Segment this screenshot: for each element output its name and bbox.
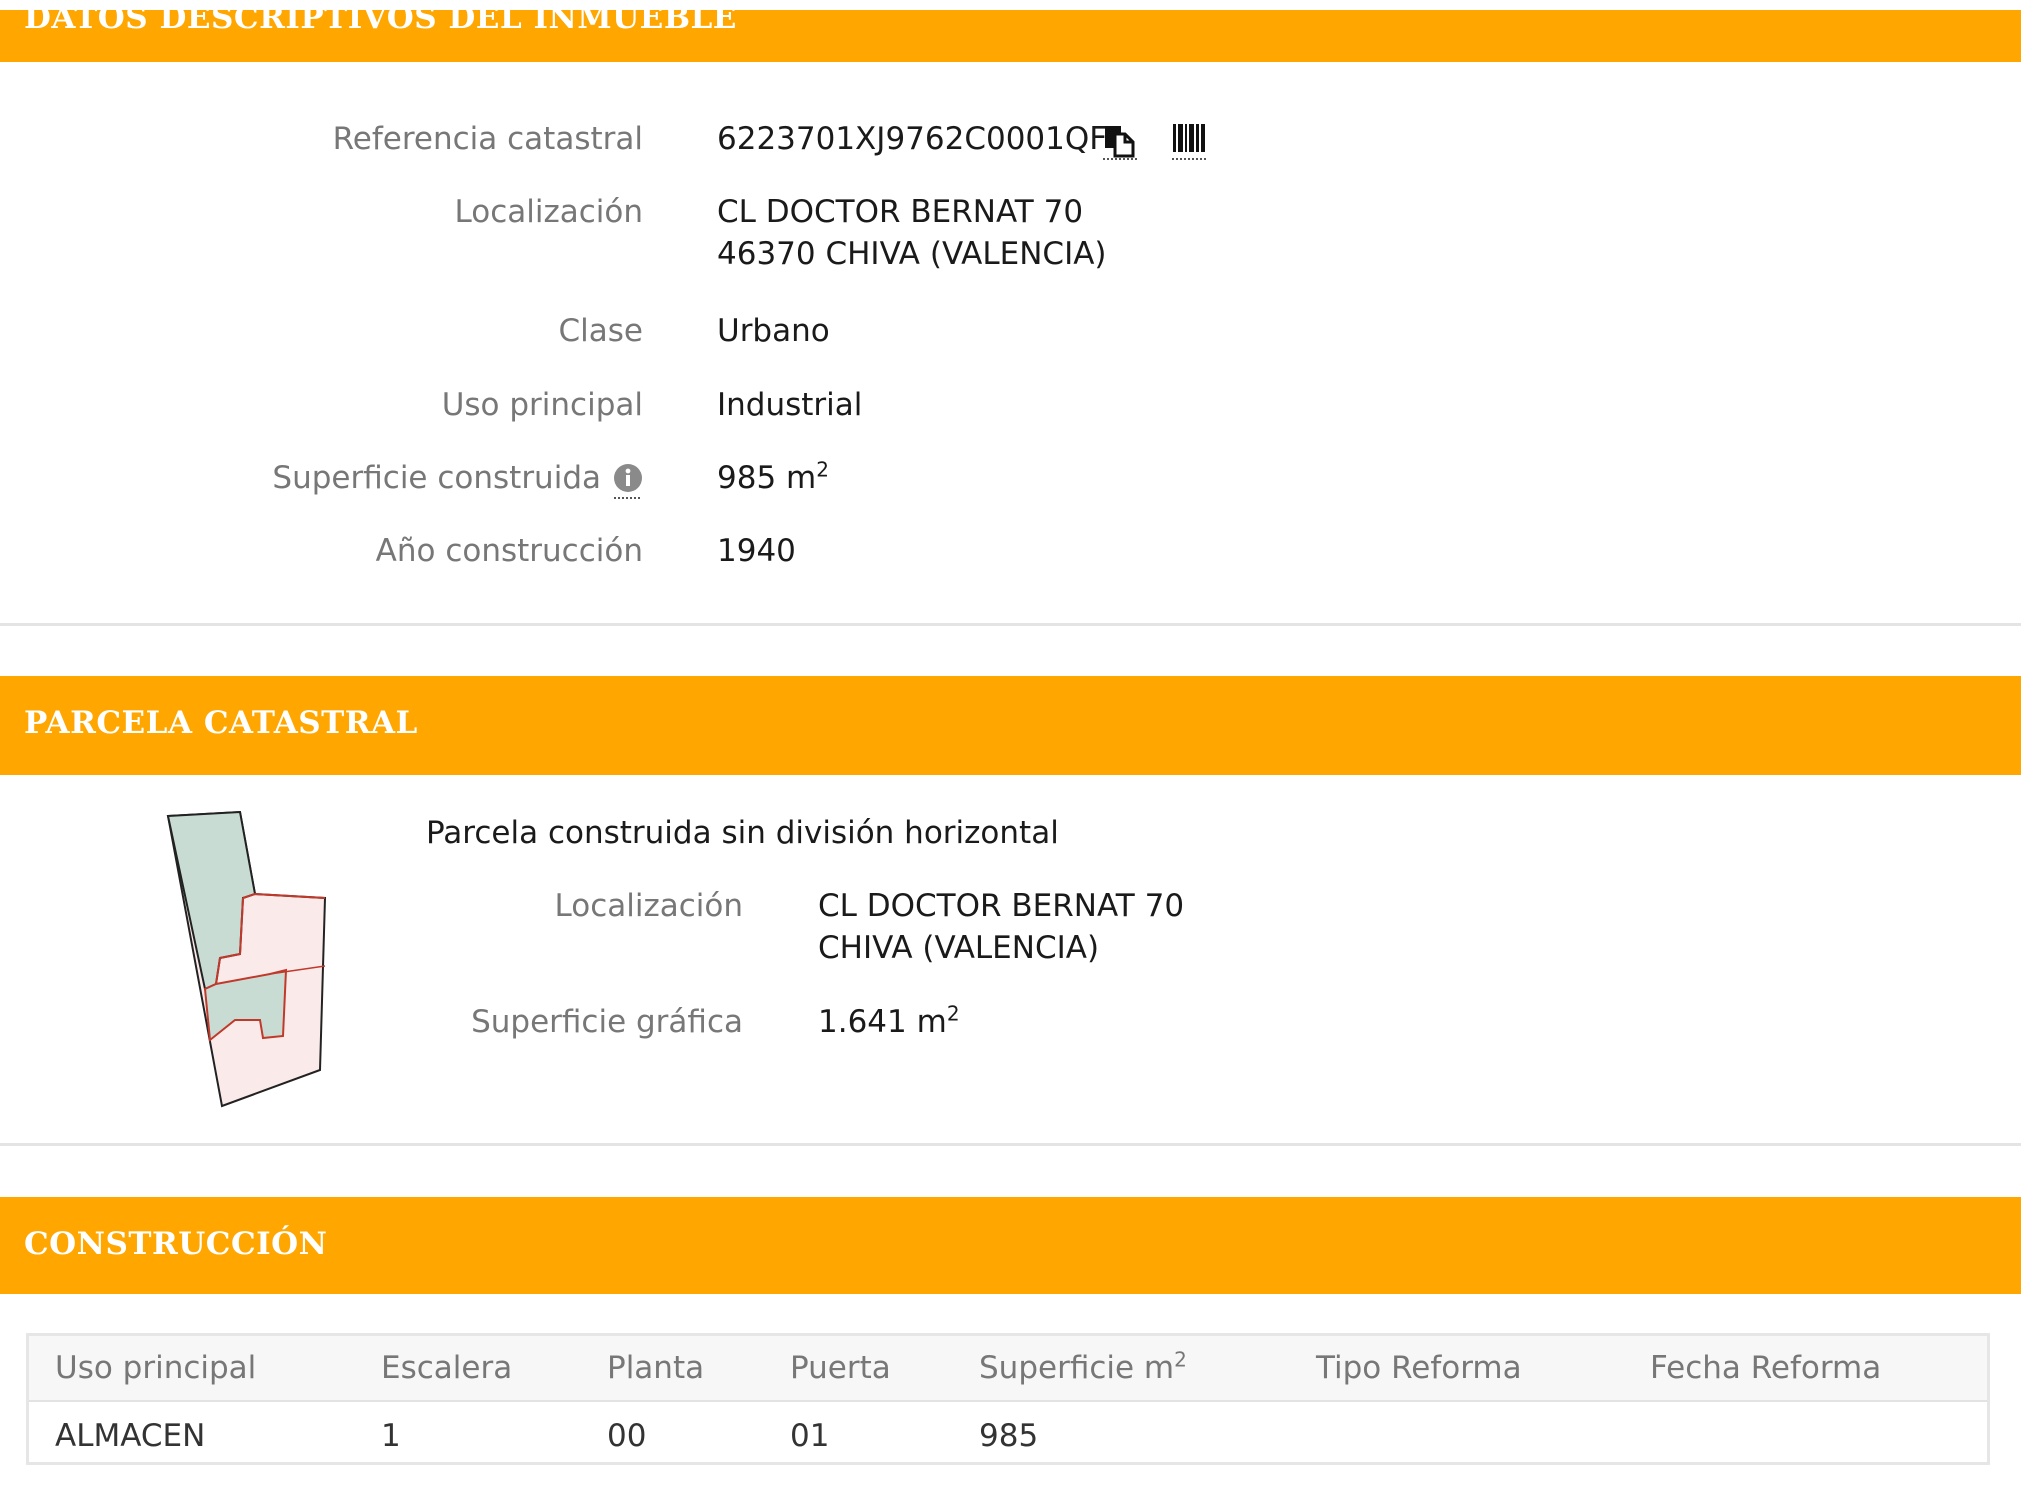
cell-puerta: 01	[790, 1418, 830, 1454]
section-title-parcela: PARCELA CATASTRAL	[24, 705, 418, 741]
value-clase: Urbano	[717, 313, 830, 349]
barcode-icon[interactable]	[1172, 124, 1206, 160]
column-header-fecha-reforma: Fecha Reforma	[1650, 1350, 1882, 1386]
copy-icon[interactable]	[1103, 124, 1137, 160]
section-header-construccion: CONSTRUCCIÓN	[0, 1197, 2021, 1294]
parcel-map[interactable]	[160, 806, 335, 1108]
value-parcela-localizacion-line1: CL DOCTOR BERNAT 70	[818, 888, 1185, 924]
section-title-construccion: CONSTRUCCIÓN	[24, 1226, 328, 1262]
label-uso-principal: Uso principal	[441, 387, 643, 423]
value-superficie-grafica-text: 1.641 m	[818, 1004, 947, 1040]
column-header-escalera: Escalera	[381, 1350, 513, 1386]
section-title-datos: DATOS DESCRIPTIVOS DEL INMUEBLE	[24, 0, 737, 36]
column-header-planta: Planta	[607, 1350, 705, 1386]
column-header-tipo-reforma: Tipo Reforma	[1316, 1350, 1522, 1386]
label-localizacion: Localización	[454, 194, 644, 230]
parcela-subtitle: Parcela construida sin división horizont…	[426, 815, 1059, 851]
cell-planta: 00	[607, 1418, 647, 1454]
table-header: Uso principal Escalera Planta Puerta Sup…	[29, 1336, 1987, 1402]
label-anio-construccion: Año construcción	[375, 533, 643, 569]
label-clase: Clase	[558, 313, 643, 349]
value-uso-principal: Industrial	[717, 387, 863, 423]
unit-superscript: 2	[1174, 1347, 1187, 1372]
column-header-puerta: Puerta	[790, 1350, 891, 1386]
value-superficie-construida-text: 985 m	[717, 460, 817, 496]
value-superficie-grafica: 1.641 m2	[818, 1004, 960, 1040]
info-icon[interactable]	[612, 462, 644, 500]
label-parcela-localizacion: Localización	[554, 888, 744, 924]
cell-escalera: 1	[381, 1418, 401, 1454]
column-header-uso-principal: Uso principal	[55, 1350, 257, 1386]
column-header-superficie: Superficie m2	[979, 1350, 1187, 1386]
label-referencia: Referencia catastral	[332, 121, 643, 157]
label-superficie-construida: Superficie construida	[272, 460, 601, 496]
value-anio-construccion: 1940	[717, 533, 796, 569]
column-header-superficie-text: Superficie m	[979, 1350, 1175, 1386]
value-localizacion-line2: 46370 CHIVA (VALENCIA)	[717, 236, 1107, 272]
construccion-table: Uso principal Escalera Planta Puerta Sup…	[26, 1333, 1990, 1465]
value-superficie-construida: 985 m2	[717, 460, 829, 496]
cell-superficie: 985	[979, 1418, 1039, 1454]
section-header-parcela: PARCELA CATASTRAL	[0, 676, 2021, 775]
cell-uso-principal: ALMACEN	[55, 1418, 206, 1454]
section-header-datos: DATOS DESCRIPTIVOS DEL INMUEBLE	[0, 0, 2021, 62]
value-referencia: 6223701XJ9762C0001QF	[717, 121, 1108, 157]
value-parcela-localizacion-line2: CHIVA (VALENCIA)	[818, 930, 1100, 966]
label-superficie-grafica: Superficie gráfica	[471, 1004, 743, 1040]
section-divider	[0, 623, 2021, 626]
unit-superscript: 2	[816, 457, 829, 482]
section-divider	[0, 1143, 2021, 1146]
unit-superscript: 2	[946, 1001, 960, 1026]
value-localizacion-line1: CL DOCTOR BERNAT 70	[717, 194, 1084, 230]
